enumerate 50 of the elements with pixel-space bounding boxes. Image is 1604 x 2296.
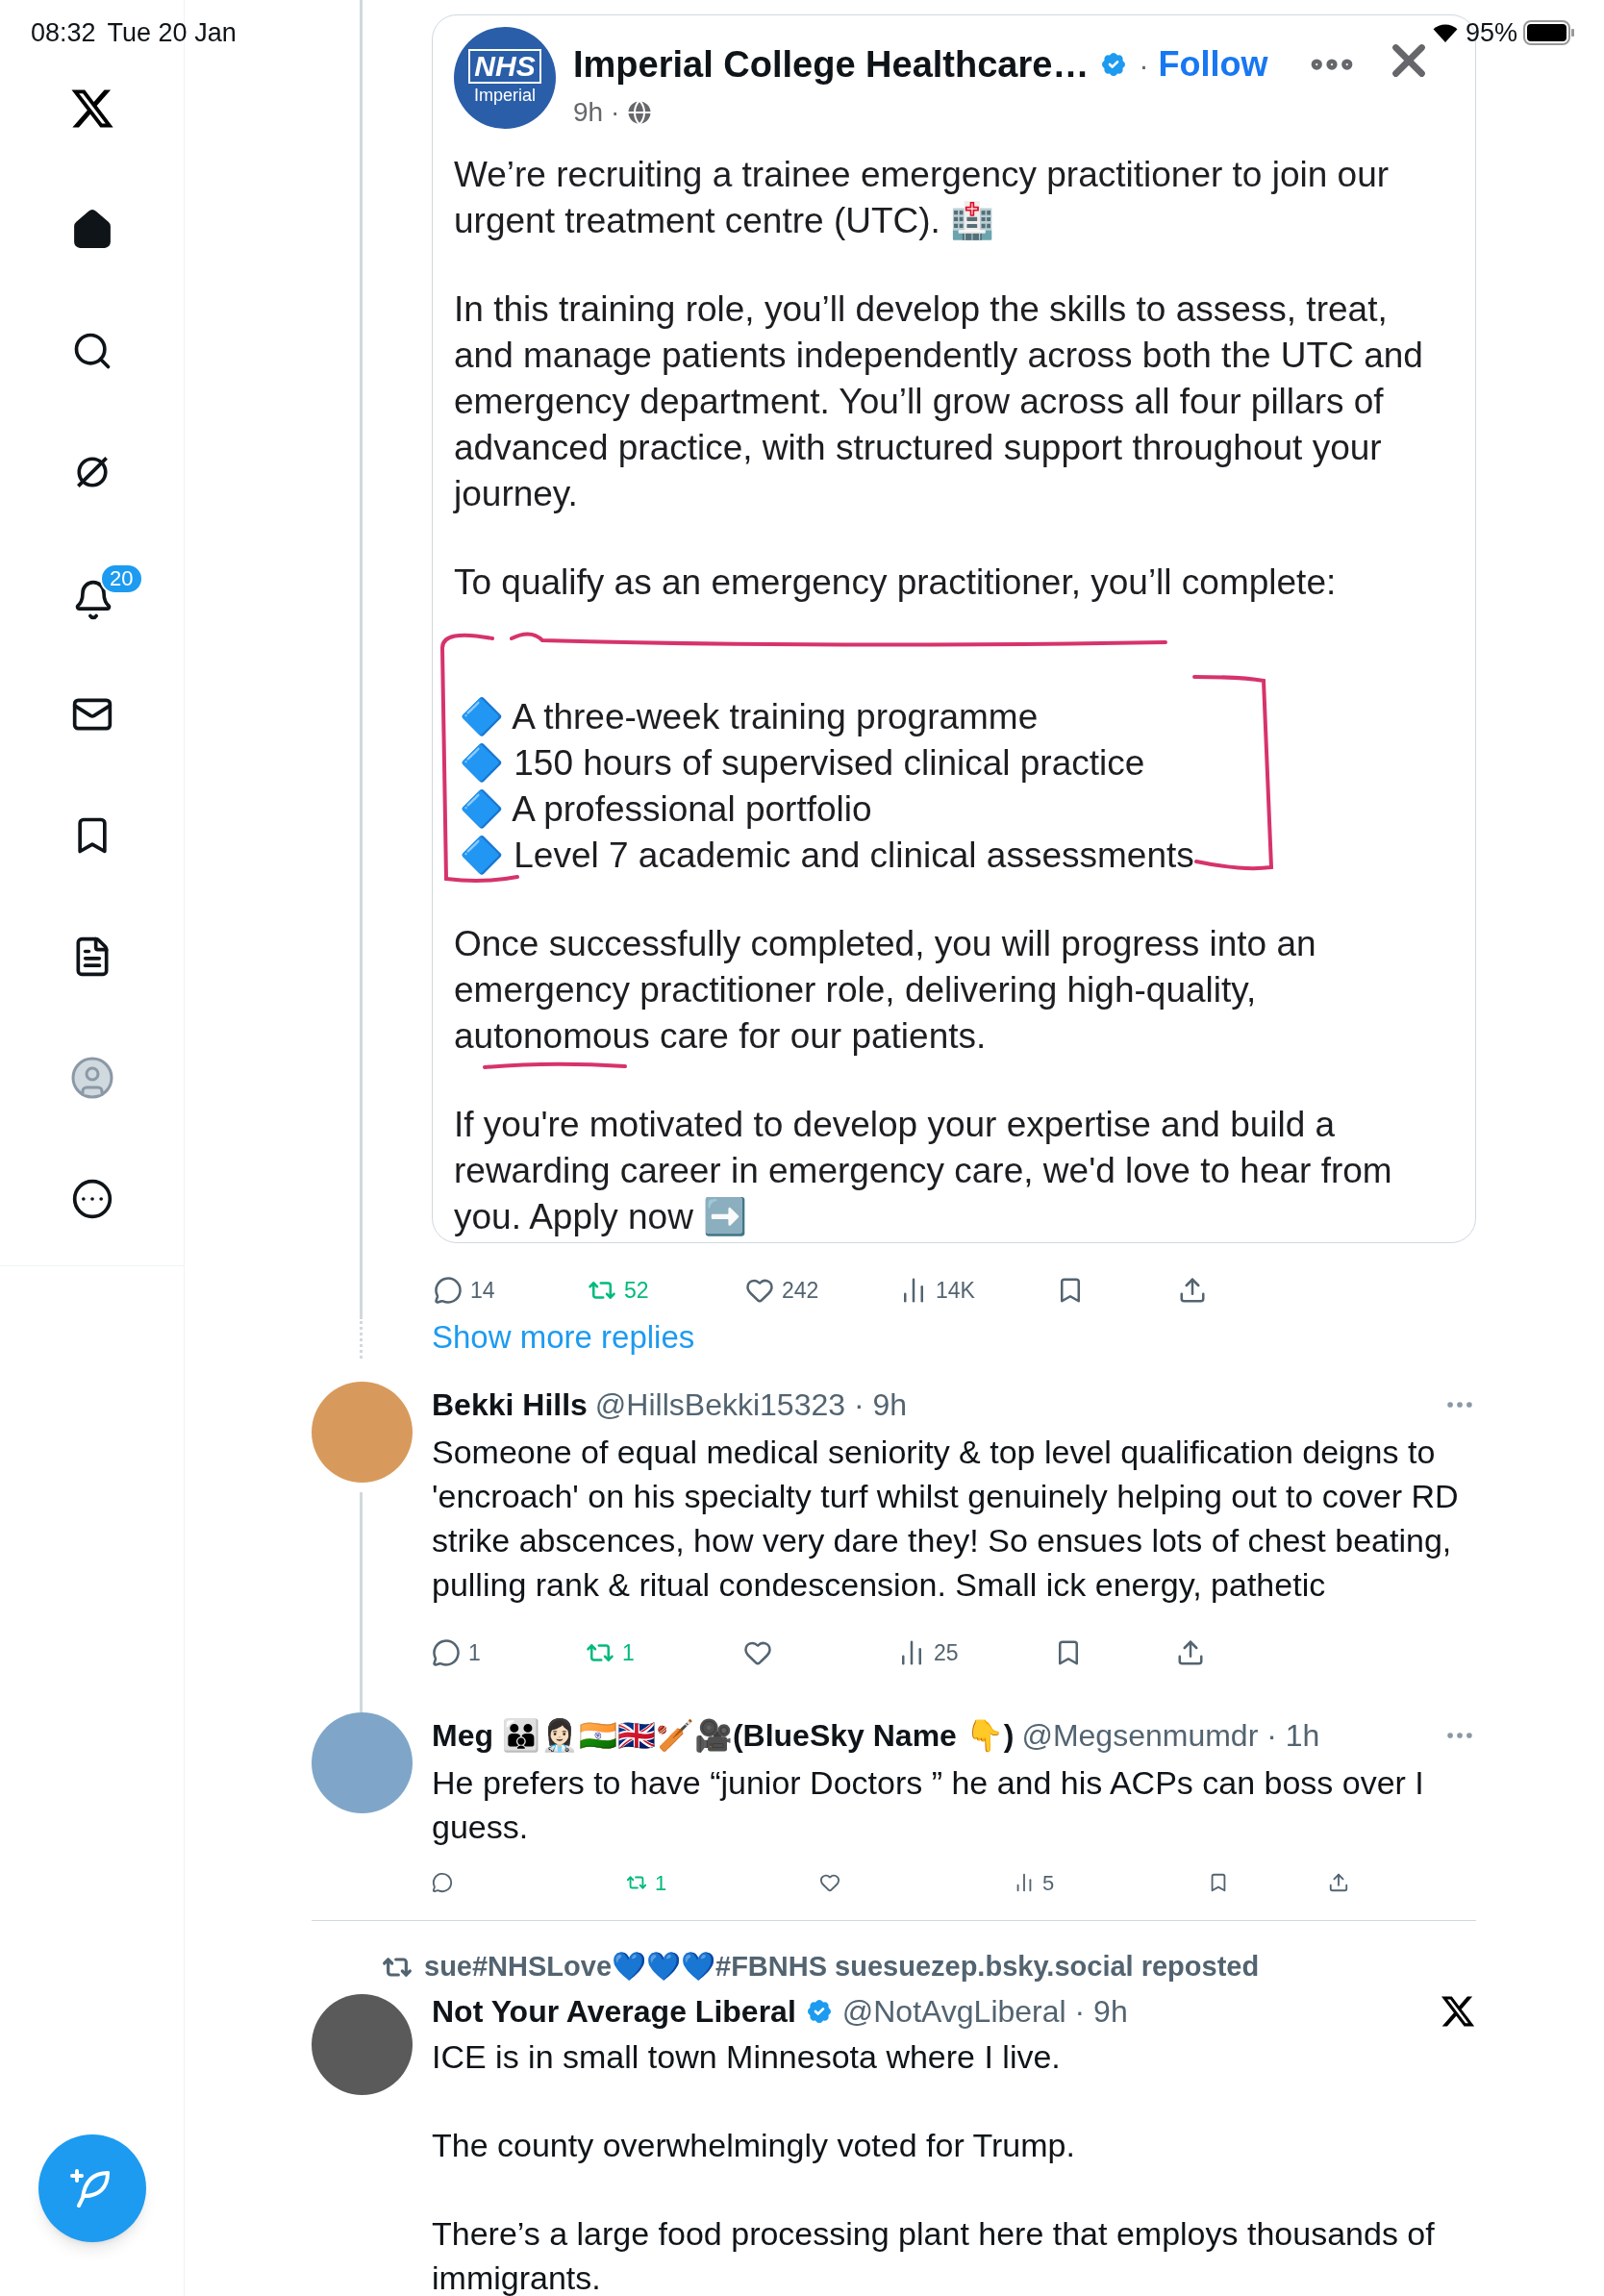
- battery-percentage: 95%: [1465, 17, 1517, 49]
- user-handle-time: @Megsenmumdr · 1h: [1021, 1717, 1320, 1755]
- heart-icon: [819, 1872, 840, 1893]
- page-name: Imperial College Healthcare…: [573, 43, 1090, 86]
- reply-text: Someone of equal medical seniority & top level qualification deigns to 'encroach' on his specialty turf whilst genuinely helping out to cover RD strike abscences, how very dare they! So ensues lots of chest beating, pulling rank & ritual condescension. Small ick energy, pathetic: [432, 1433, 1460, 1605]
- user-name[interactable]: Not Your Average Liberal: [432, 1988, 796, 2034]
- reply-button[interactable]: 1: [432, 1635, 481, 1670]
- share-icon: [1328, 1872, 1349, 1893]
- list-item: 🔷 A professional portfolio: [460, 788, 873, 831]
- share-button[interactable]: [1176, 1638, 1205, 1667]
- post-paragraph: ICE is in small town Minnesota where I live.: [432, 2036, 1062, 2077]
- post-paragraph: In this training role, you’ll develop the skills to assess, treat, and manage patients independently across both the UTC and emergency department. You’ll grow across all four pillars of advanced practice, with structured support throughout your journey.: [454, 288, 1424, 515]
- notification-badge: 20: [100, 563, 143, 594]
- user-handle-time: @NotAvgLiberal · 9h: [841, 1992, 1128, 2031]
- status-time: 08:32: [31, 17, 96, 49]
- post-paragraph: The county overwhelmingly voted for Trump.: [432, 2125, 1076, 2165]
- like-button[interactable]: [819, 1872, 840, 1893]
- user-name[interactable]: Meg 👪👩🏻‍⚕🇮🇳🇬🇧🏏🎥(BlueSky Name 👇): [432, 1714, 1015, 1757]
- separator-dot: ·: [1139, 47, 1149, 83]
- nhs-logo: NHS Imperial: [454, 27, 556, 129]
- share-button[interactable]: [1328, 1872, 1349, 1893]
- thread-dotted-line: [360, 1316, 363, 1359]
- battery-icon: [1523, 20, 1575, 46]
- status-date: Tue 20 Jan: [107, 17, 237, 49]
- share-icon: [1178, 1276, 1207, 1305]
- list-item: 🔷 150 hours of supervised clinical practice: [460, 742, 1146, 785]
- reply-icon: [432, 1638, 461, 1667]
- share-button[interactable]: [1178, 1276, 1207, 1305]
- share-icon: [1176, 1638, 1205, 1667]
- post-paragraph: If you're motivated to develop your expertise and build a rewarding career in emergency care, we'd love to hear from you. Apply now ➡: [454, 1104, 1393, 1238]
- list-item: 🔷 Level 7 academic and clinical assessments: [460, 835, 1195, 877]
- post-paragraph: To qualify as an emergency practitioner, you’ll complete:: [454, 562, 1338, 604]
- user-name[interactable]: Bekki Hills: [432, 1384, 588, 1426]
- post-paragraph: We’re recruiting a trainee emergency practitioner to join our urgent treatment centre (UTC). 🏥: [454, 154, 1391, 242]
- views-button[interactable]: 25: [897, 1635, 959, 1670]
- reply-icon: [434, 1276, 463, 1305]
- reposted-by-label[interactable]: sue#NHSLove💙💙💙#FBNHS suesuezep.bsky.social reposted: [424, 1946, 1260, 1988]
- like-button[interactable]: 242: [745, 1273, 819, 1308]
- views-button[interactable]: 14K: [899, 1273, 975, 1308]
- reply-button[interactable]: 14: [434, 1273, 495, 1308]
- views-button[interactable]: 5: [1014, 1866, 1055, 1899]
- follow-link[interactable]: Follow: [1158, 38, 1268, 90]
- reply-button[interactable]: [432, 1872, 453, 1893]
- reply-icon: [432, 1872, 453, 1893]
- reply-text: He prefers to have “junior Doctors ” he and his ACPs can boss over I guess.: [432, 1763, 1425, 1847]
- post-paragraph: There’s a large food processing plant here that employs thousands of immigrants.: [432, 2213, 1436, 2296]
- user-handle-time: @HillsBekki15323 · 9h: [594, 1386, 908, 1424]
- post-paragraph: Once successfully completed, you will progress into an emergency practitioner role, delivering high-quality, autonomous care for our patients.: [454, 923, 1317, 1058]
- list-item: 🔷 A three-week training programme: [460, 696, 1040, 738]
- post-time: 9h ·: [573, 96, 620, 129]
